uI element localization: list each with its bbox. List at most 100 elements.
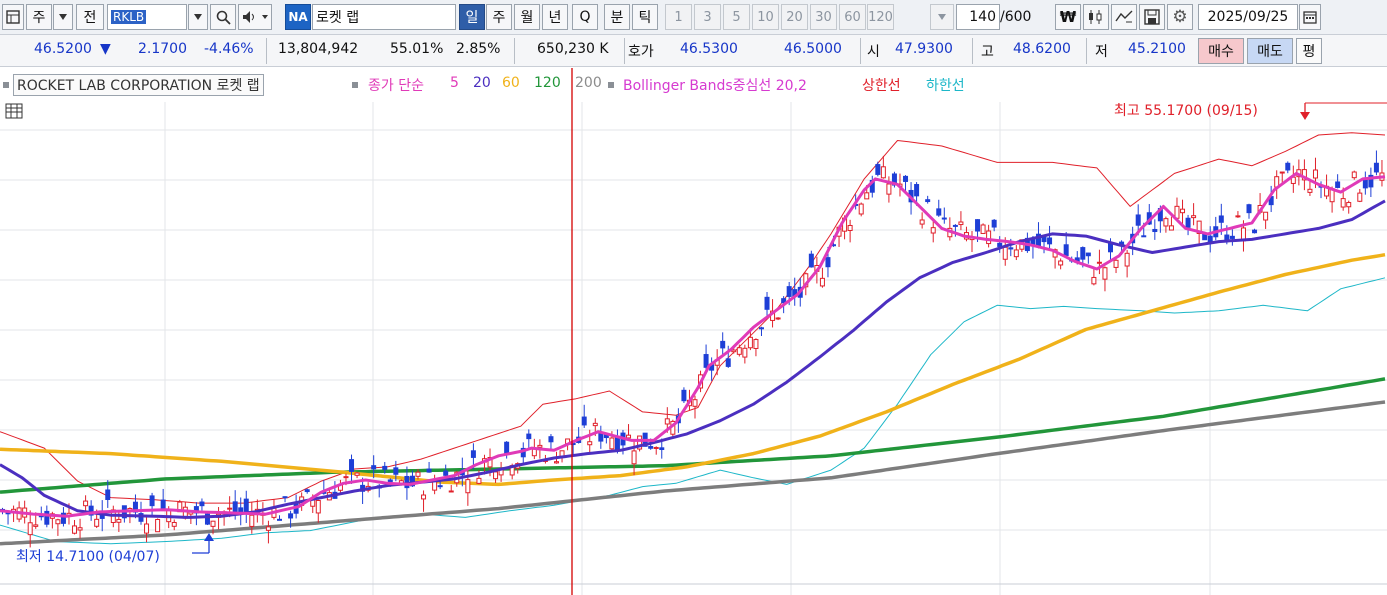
candle xyxy=(1229,229,1235,246)
legend-ma20: 20 xyxy=(473,75,491,91)
candle xyxy=(354,471,360,479)
trade-amount: 650,230 K xyxy=(537,41,609,57)
candle xyxy=(144,514,150,543)
candle xyxy=(637,435,643,452)
candle xyxy=(199,498,205,511)
candle xyxy=(304,488,310,494)
candle xyxy=(520,442,526,464)
candle xyxy=(1357,188,1363,203)
tab-period-2[interactable]: 월 xyxy=(514,4,540,30)
legend-bb: Bollinger Bands중심선 20,2 xyxy=(623,78,807,94)
search-icon[interactable] xyxy=(210,4,236,30)
candle xyxy=(742,344,748,364)
symbol-input[interactable]: RKLB xyxy=(107,4,187,30)
candle xyxy=(83,495,89,513)
bar-count-total: /600 xyxy=(1000,9,1032,25)
candle xyxy=(1191,203,1197,226)
legend-company: ROCKET LAB CORPORATION 로켓 랩 xyxy=(13,74,264,96)
candle xyxy=(1096,249,1102,275)
interval-dropdown-icon[interactable] xyxy=(930,4,954,30)
tab-interval-20[interactable]: 20 xyxy=(781,4,808,30)
candle xyxy=(448,484,454,493)
calendar-icon[interactable] xyxy=(1299,4,1321,30)
candle xyxy=(1124,249,1130,278)
buy-button[interactable]: 매수 xyxy=(1198,38,1244,64)
candle xyxy=(736,344,742,357)
tab-period-4[interactable]: Q xyxy=(572,4,598,30)
candle xyxy=(1335,174,1341,189)
candle xyxy=(238,497,244,526)
candle xyxy=(958,211,964,231)
legend-bb-lower: 하한선 xyxy=(926,78,965,94)
tab-period-1[interactable]: 주 xyxy=(486,4,512,30)
candle xyxy=(1013,245,1019,261)
bar-count-input[interactable]: 140 xyxy=(956,4,1000,30)
candle xyxy=(819,267,825,288)
low-marker-arrow-icon xyxy=(204,533,214,541)
flat-button[interactable]: 평 xyxy=(1296,38,1322,64)
candle xyxy=(653,446,659,455)
candle xyxy=(1246,203,1252,219)
gear-icon[interactable]: ⚙ xyxy=(1167,4,1193,30)
tab-period-3[interactable]: 년 xyxy=(542,4,568,30)
prev-button[interactable]: 전 xyxy=(76,4,104,30)
market-type-selector[interactable]: 주 xyxy=(26,4,52,30)
market-dropdown-icon[interactable] xyxy=(53,4,73,30)
turnover: 2.85% xyxy=(456,41,501,57)
candle xyxy=(792,277,798,306)
tab-period-6[interactable]: 틱 xyxy=(632,4,658,30)
tab-period-0[interactable]: 일 xyxy=(459,4,485,30)
tab-interval-10[interactable]: 10 xyxy=(752,4,779,30)
sell-button[interactable]: 매도 xyxy=(1247,38,1293,64)
tab-interval-60[interactable]: 60 xyxy=(839,4,866,30)
candle xyxy=(277,515,282,521)
tab-interval-1[interactable]: 1 xyxy=(665,4,692,30)
tab-interval-120[interactable]: 120 xyxy=(867,4,894,30)
candle xyxy=(1368,167,1374,198)
candle xyxy=(1351,170,1357,180)
candle xyxy=(282,496,288,503)
candle-style-icon[interactable] xyxy=(1083,4,1109,30)
price-change: 2.1700 xyxy=(138,41,187,57)
candle xyxy=(193,502,199,526)
na-badge[interactable]: NA xyxy=(285,4,311,30)
ask-price: 46.5300 xyxy=(680,41,738,57)
candle xyxy=(875,161,881,177)
legend-ma60: 60 xyxy=(502,75,520,91)
legend-bb-upper: 상한선 xyxy=(862,78,901,94)
line-tool-icon[interactable] xyxy=(1111,4,1137,30)
candle xyxy=(421,490,427,512)
candle xyxy=(465,468,471,506)
candle xyxy=(720,332,726,356)
candle xyxy=(1346,200,1352,214)
candle xyxy=(903,175,909,192)
currency-icon[interactable]: ₩ xyxy=(1055,4,1081,30)
tab-interval-3[interactable]: 3 xyxy=(694,4,721,30)
tab-period-5[interactable]: 분 xyxy=(604,4,630,30)
quote-bar: 46.5200 ▼ 2.1700 -4.46% 13,804,942 55.01… xyxy=(0,35,1387,67)
symbol-dropdown-icon[interactable] xyxy=(188,4,208,30)
candle xyxy=(808,250,814,268)
sound-icon[interactable] xyxy=(238,4,272,30)
change-percent: -4.46% xyxy=(204,41,254,57)
chart-canvas[interactable] xyxy=(0,68,1387,595)
candle xyxy=(216,507,222,530)
candle xyxy=(1091,268,1097,286)
tab-interval-30[interactable]: 30 xyxy=(810,4,837,30)
candle xyxy=(1085,252,1091,264)
bid-price: 46.5000 xyxy=(784,41,842,57)
chart-menu-icon[interactable] xyxy=(2,4,24,30)
candle xyxy=(498,461,504,482)
data-table-icon[interactable] xyxy=(5,103,23,123)
candle xyxy=(1373,150,1379,176)
candle xyxy=(1102,266,1108,292)
date-field[interactable]: 2025/09/25 xyxy=(1198,4,1298,30)
candle xyxy=(969,231,975,253)
low-price: 45.2100 xyxy=(1128,41,1186,57)
candle xyxy=(426,461,432,473)
stock-name-field[interactable]: 로켓 랩 xyxy=(312,4,456,30)
tab-interval-5[interactable]: 5 xyxy=(723,4,750,30)
price-chart[interactable]: ROCKET LAB CORPORATION 로켓 랩 종가 단순 5 20 6… xyxy=(0,68,1387,595)
bollinger-lower-line xyxy=(0,277,1386,545)
save-icon[interactable] xyxy=(1139,4,1165,30)
